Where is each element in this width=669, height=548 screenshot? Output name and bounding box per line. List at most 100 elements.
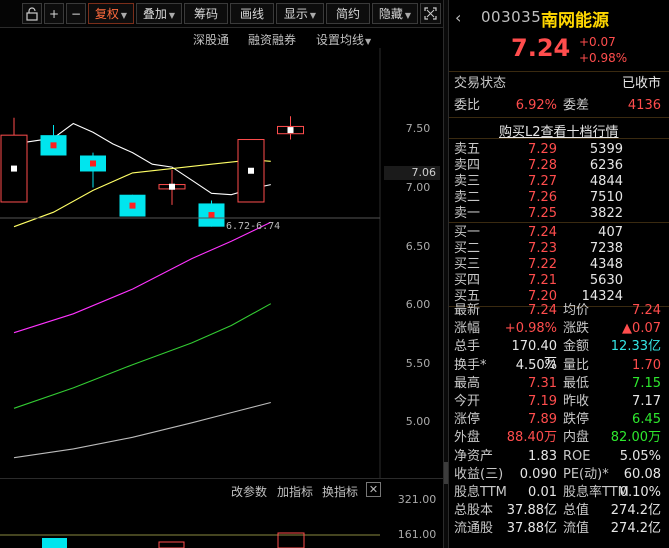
candle	[0, 117, 28, 203]
candle-marker	[248, 167, 254, 174]
zoom-out-button[interactable]: −	[66, 3, 86, 24]
overlay-button[interactable]: 叠加 ▼	[136, 3, 182, 24]
hide-label: 隐藏	[378, 7, 403, 21]
quote-label: 外盘	[454, 430, 481, 446]
draw-line-button[interactable]: 画线	[230, 3, 274, 24]
ma-settings-link[interactable]: 设置均线▼	[316, 31, 371, 48]
quote-label: 跌停	[563, 412, 590, 428]
quote-row: 流通股 37.88亿 流值 274.2亿	[449, 520, 669, 537]
quote-value: 7.17	[632, 394, 661, 409]
shenguotong-link[interactable]: 深股通	[193, 31, 229, 48]
ask-label: 卖五	[454, 142, 481, 157]
quote-value: +0.98%	[504, 321, 557, 337]
ask-price: 7.26	[528, 190, 557, 205]
price-tick: 7.50	[405, 122, 431, 135]
kline-chart[interactable]	[0, 48, 443, 478]
price-tick: 7.00	[405, 181, 431, 194]
divider	[449, 138, 669, 139]
webi-label: 委比	[454, 98, 481, 113]
quote-label: 流通股	[454, 521, 494, 537]
candle	[237, 139, 265, 203]
ma-line	[13, 159, 271, 228]
bid-row: 买四 7.21 5630	[449, 273, 669, 289]
margin-trading-link[interactable]: 融资融券	[248, 31, 296, 48]
quote-row: 外盘 88.40万 内盘 82.00万	[449, 429, 669, 446]
candle-marker	[11, 165, 17, 172]
bid-price: 7.21	[528, 273, 557, 288]
ask-price: 7.25	[528, 206, 557, 221]
ask-volume: 5399	[589, 142, 623, 157]
chevron-down-icon: ▼	[365, 37, 372, 46]
divider	[449, 117, 669, 118]
candles	[0, 116, 304, 227]
ask-price: 7.28	[528, 158, 557, 173]
quote-label: 内盘	[563, 430, 590, 446]
bid-label: 买一	[454, 225, 481, 240]
zoom-in-button[interactable]: +	[44, 3, 64, 24]
ask-label: 卖一	[454, 206, 481, 221]
bid-volume: 7238	[589, 241, 623, 256]
quote-value: 6.45	[632, 412, 661, 428]
price-change: +0.07 +0.98%	[579, 34, 627, 66]
chevron-down-icon: ▼	[120, 11, 128, 20]
quote-label: 总手	[454, 339, 481, 355]
volume-chart[interactable]	[0, 500, 443, 548]
edit-params-link[interactable]: 改参数	[231, 483, 267, 500]
overlay-label: 叠加	[142, 7, 167, 21]
quote-value: 7.24	[528, 303, 557, 318]
range-label: 6.72-6.74	[226, 221, 281, 232]
quote-row: 最新 7.24 均价 7.24	[449, 302, 669, 319]
quote-label: 昨收	[563, 394, 590, 409]
simple-button[interactable]: 简约	[326, 3, 370, 24]
indicator-bar: 改参数 加指标 换指标 ✕	[0, 478, 443, 500]
switch-indicator-link[interactable]: 换指标	[322, 483, 358, 500]
quote-value: 12.33亿	[610, 339, 661, 355]
quote-label: 涨跌	[563, 321, 590, 337]
add-indicator-link[interactable]: 加指标	[277, 483, 313, 500]
splitter-grip[interactable]	[444, 462, 448, 484]
candle-marker	[129, 202, 136, 209]
quote-value: 0.01	[528, 485, 557, 500]
back-arrow-icon[interactable]: ‹	[455, 8, 461, 27]
ask-row: 卖五 7.29 5399	[449, 142, 669, 158]
fullscreen-icon[interactable]	[420, 3, 441, 24]
quote-label: 涨停	[454, 412, 481, 428]
quote-label: ROE	[563, 448, 591, 464]
ask-row: 卖一 7.25 3822	[449, 206, 669, 222]
change-percent: +0.98%	[579, 51, 628, 65]
price-tick: 6.00	[405, 298, 431, 311]
quote-label: 最新	[454, 303, 481, 318]
quote-value: 5.05%	[619, 448, 661, 464]
quote-row: 净资产 1.83 ROE 5.05%	[449, 448, 669, 465]
close-icon[interactable]: ✕	[366, 482, 381, 497]
quote-label: 流值	[563, 521, 590, 537]
chevron-down-icon: ▼	[309, 11, 317, 20]
candle	[80, 152, 106, 188]
hide-button[interactable]: 隐藏 ▼	[372, 3, 418, 24]
ask-volume: 6236	[589, 158, 623, 173]
candle-marker	[90, 160, 96, 167]
quote-value: 7.15	[632, 375, 661, 391]
chips-button[interactable]: 筹码	[184, 3, 228, 24]
ask-volume: 3822	[589, 206, 623, 221]
ask-price: 7.29	[528, 142, 557, 157]
ma-settings-label: 设置均线	[316, 33, 365, 47]
bid-row: 买三 7.22 4348	[449, 257, 669, 273]
order-ratio-row: 委比 6.92% 委差 4136	[449, 97, 669, 115]
quote-row: 最高 7.31 最低 7.15	[449, 375, 669, 392]
quote-label: 总股本	[454, 503, 494, 519]
display-button[interactable]: 显示 ▼	[276, 3, 324, 24]
quote-label: 收益(三)	[454, 466, 504, 482]
quote-label: 量比	[563, 357, 590, 373]
ask-label: 卖三	[454, 174, 481, 189]
lock-icon[interactable]	[22, 3, 42, 24]
bid-volume: 5630	[589, 273, 623, 288]
ask-row: 卖四 7.28 6236	[449, 158, 669, 174]
stock-name: 南网能源	[541, 11, 609, 31]
quote-row: 总手 170.40万 金额 12.33亿	[449, 338, 669, 371]
ma-lines	[13, 122, 272, 459]
adjust-button[interactable]: 复权 ▼	[88, 3, 134, 24]
zoom-out-label: −	[70, 7, 82, 21]
chart-toolbar: + − 复权 ▼ 叠加 ▼ 筹码 画线 显示 ▼ 简约 隐藏 ▼	[0, 0, 443, 28]
ask-label: 卖四	[454, 158, 481, 173]
